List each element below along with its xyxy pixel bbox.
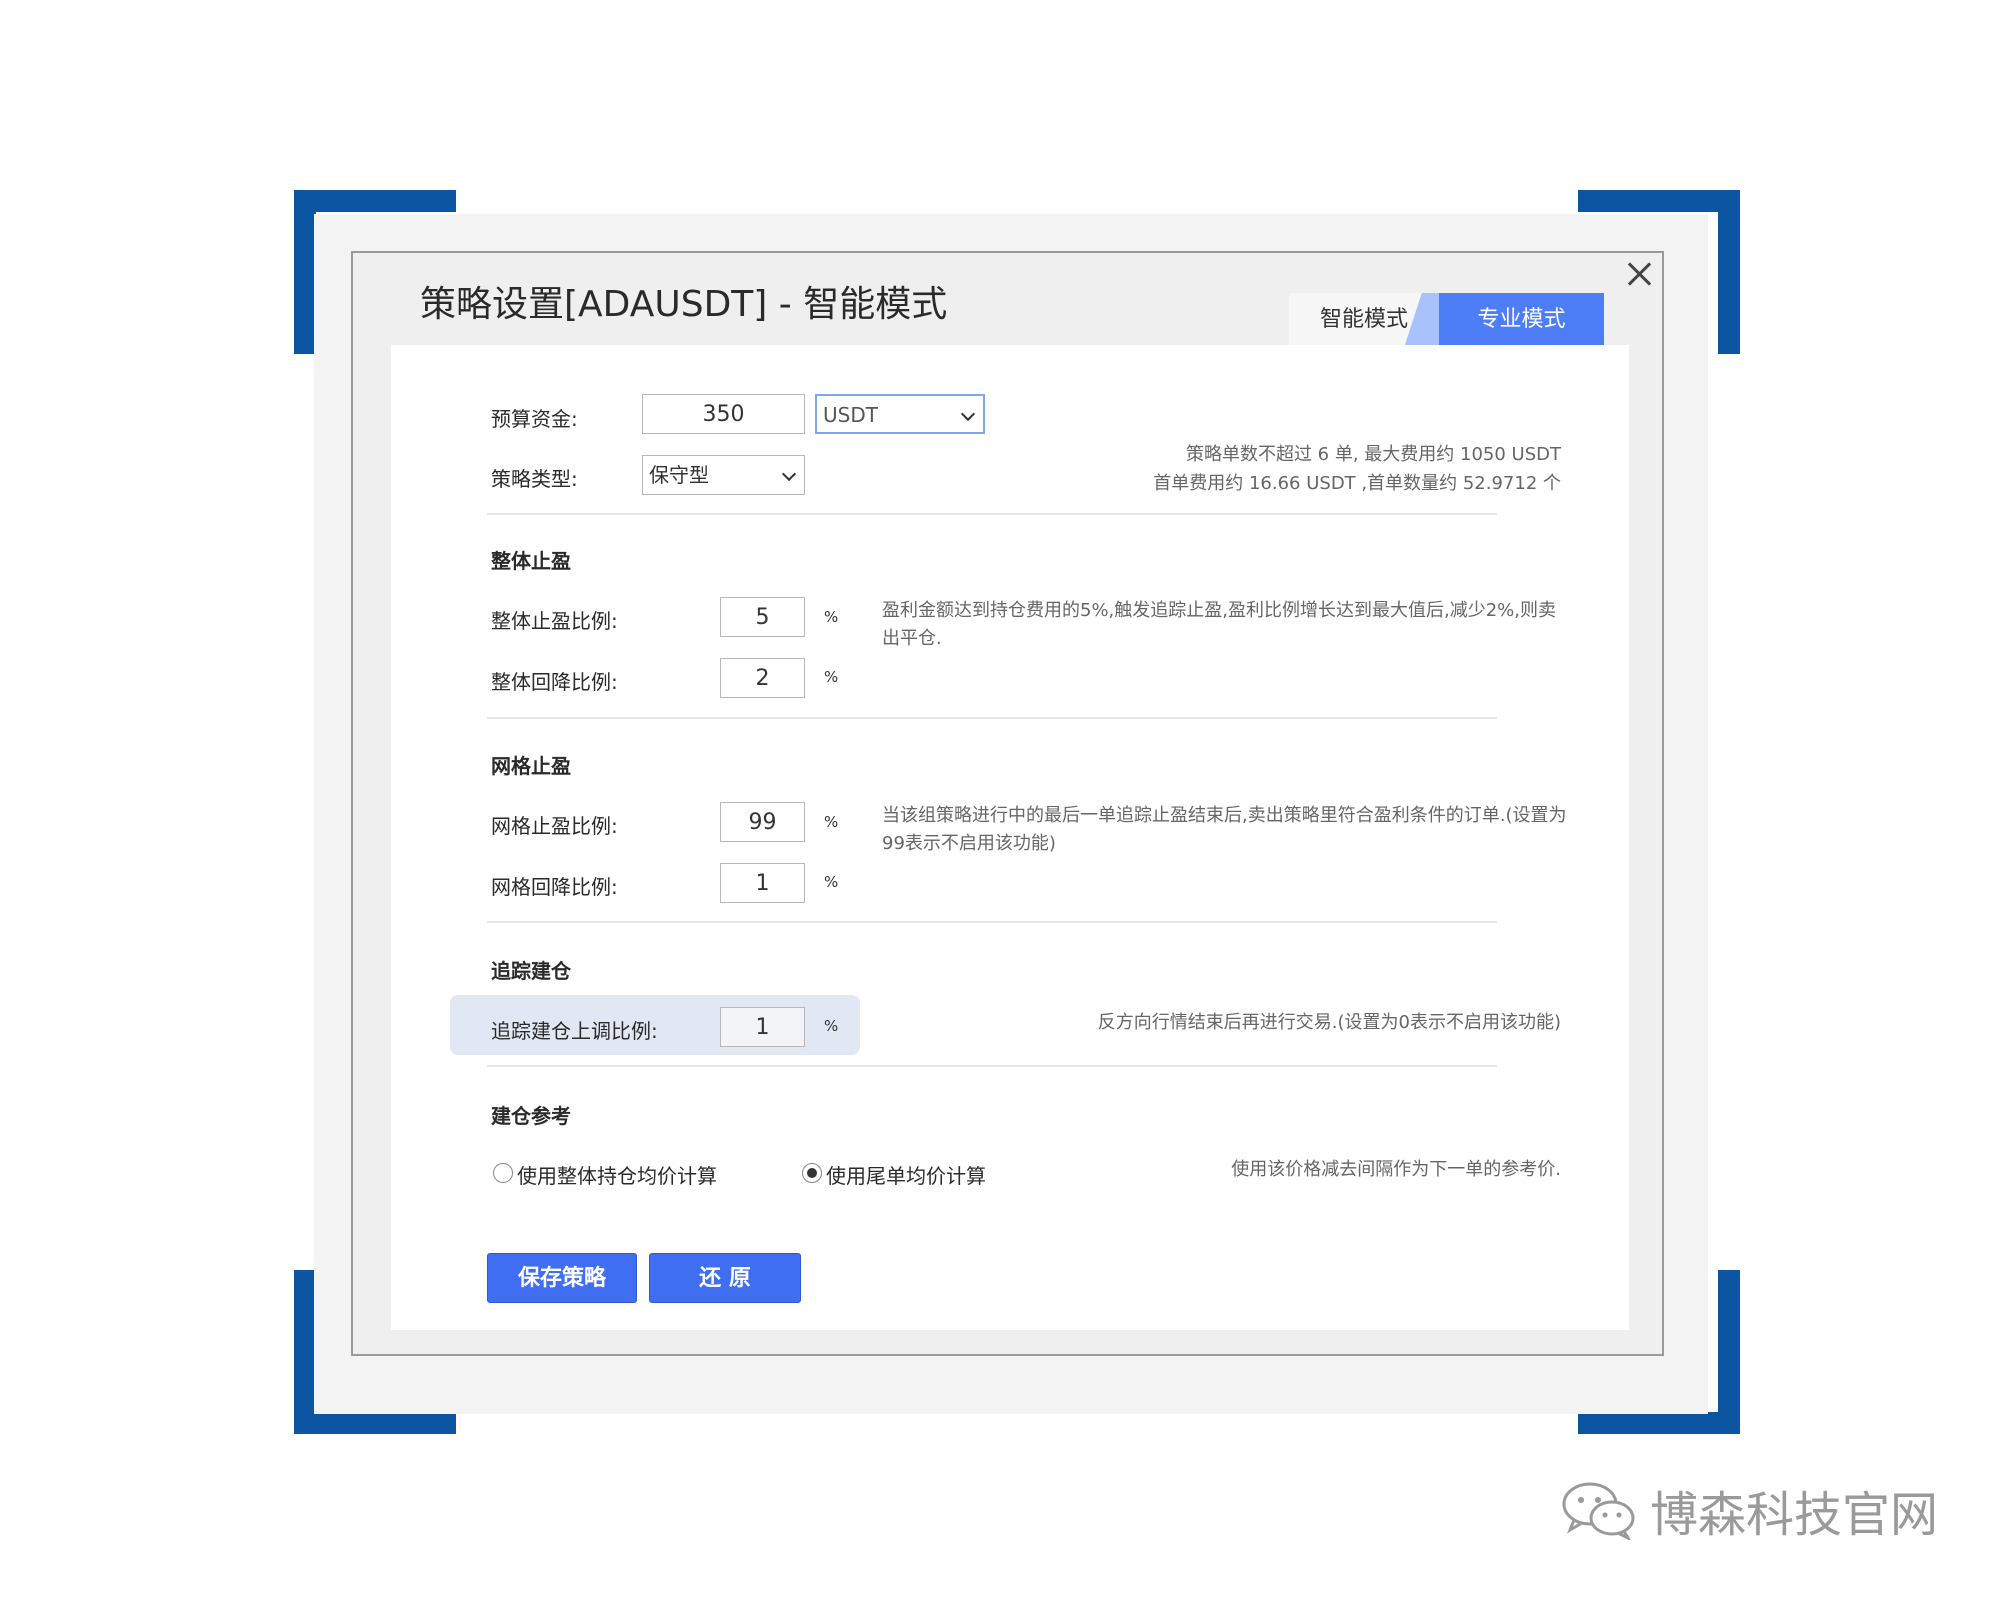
- brand-watermark: 博森科技官网: [1560, 1480, 1938, 1543]
- summary-line-1: 策略单数不超过 6 单, 最大费用约 1050 USDT: [1185, 444, 1561, 465]
- reference-title: 建仓参考: [491, 1104, 571, 1128]
- strategy-settings-dialog: 策略设置[ADAUSDT] - 智能模式 智能模式 专业模式 预算资金: USD…: [351, 251, 1664, 1356]
- trailing-ratio-input[interactable]: [720, 1007, 805, 1047]
- currency-select[interactable]: USDT: [815, 394, 985, 434]
- budget-label: 预算资金:: [491, 407, 578, 431]
- settings-panel: 预算资金: USDT 策略类型: 保守型 策略单数不超过 6 单, 最大费用约 …: [391, 345, 1629, 1330]
- frame-corner-tr-h: [1578, 190, 1740, 212]
- percent-unit: %: [824, 668, 839, 686]
- grid-pullback-label: 网格回降比例:: [491, 875, 618, 899]
- close-icon[interactable]: [1622, 257, 1656, 291]
- frame-corner-bl-h: [294, 1412, 456, 1434]
- strategy-type-label: 策略类型:: [491, 467, 578, 491]
- grid-tp-ratio-label: 网格止盈比例:: [491, 814, 618, 838]
- grid-tp-hint: 当该组策略进行中的最后一单追踪止盈结束后,卖出策略里符合盈利条件的订单.(设置为…: [882, 805, 1567, 854]
- overall-pullback-input[interactable]: [720, 658, 805, 698]
- frame-corner-bl-v: [294, 1270, 316, 1434]
- overall-tp-title: 整体止盈: [491, 549, 571, 573]
- trailing-hint: 反方向行情结束后再进行交易.(设置为0表示不启用该功能): [1097, 1012, 1561, 1033]
- frame-corner-tl-h: [294, 190, 456, 212]
- budget-input[interactable]: [642, 394, 805, 434]
- summary-line-2: 首单费用约 16.66 USDT ,首单数量约 52.9712 个: [1153, 473, 1561, 494]
- frame-corner-tl-v: [294, 190, 316, 354]
- frame-corner-br-v: [1718, 1270, 1740, 1434]
- reference-hint: 使用该价格减去间隔作为下一单的参考价.: [1231, 1159, 1561, 1180]
- frame-corner-br-h: [1578, 1412, 1740, 1434]
- percent-unit: %: [824, 873, 839, 891]
- save-strategy-button[interactable]: 保存策略: [487, 1253, 637, 1303]
- tab-pro-mode[interactable]: 专业模式: [1439, 293, 1604, 347]
- radio-last-order-average[interactable]: [802, 1163, 822, 1183]
- strategy-type-value: 保守型: [649, 463, 709, 487]
- currency-value: USDT: [823, 403, 878, 427]
- grid-tp-title: 网格止盈: [491, 754, 571, 778]
- radio-overall-average-label[interactable]: 使用整体持仓均价计算: [517, 1160, 717, 1189]
- strategy-type-select[interactable]: 保守型: [642, 455, 805, 495]
- trailing-ratio-label: 追踪建仓上调比例:: [491, 1019, 658, 1043]
- chevron-down-icon: [960, 406, 976, 422]
- brand-text: 博森科技官网: [1650, 1487, 1939, 1543]
- percent-unit: %: [824, 608, 839, 626]
- radio-overall-average[interactable]: [493, 1163, 513, 1183]
- overall-tp-ratio-label: 整体止盈比例:: [491, 609, 618, 633]
- percent-unit: %: [824, 1017, 839, 1035]
- grid-pullback-input[interactable]: [720, 863, 805, 903]
- trailing-title: 追踪建仓: [491, 959, 571, 983]
- overall-pullback-label: 整体回降比例:: [491, 670, 618, 694]
- frame-corner-tr-v: [1718, 190, 1740, 354]
- grid-tp-ratio-input[interactable]: [720, 802, 805, 842]
- percent-unit: %: [824, 813, 839, 831]
- overall-tp-ratio-input[interactable]: [720, 597, 805, 637]
- divider: [487, 513, 1497, 515]
- divider: [487, 717, 1497, 719]
- dialog-title: 策略设置[ADAUSDT] - 智能模式: [420, 284, 948, 325]
- divider: [487, 1065, 1497, 1067]
- wechat-icon: [1562, 1482, 1635, 1540]
- radio-last-order-average-label[interactable]: 使用尾单均价计算: [826, 1160, 986, 1189]
- divider: [487, 921, 1497, 923]
- overall-tp-hint: 盈利金额达到持仓费用的5%,触发追踪止盈,盈利比例增长达到最大值后,减少2%,则…: [882, 600, 1556, 649]
- chevron-down-icon: [781, 466, 797, 482]
- reset-button[interactable]: 还 原: [649, 1253, 801, 1303]
